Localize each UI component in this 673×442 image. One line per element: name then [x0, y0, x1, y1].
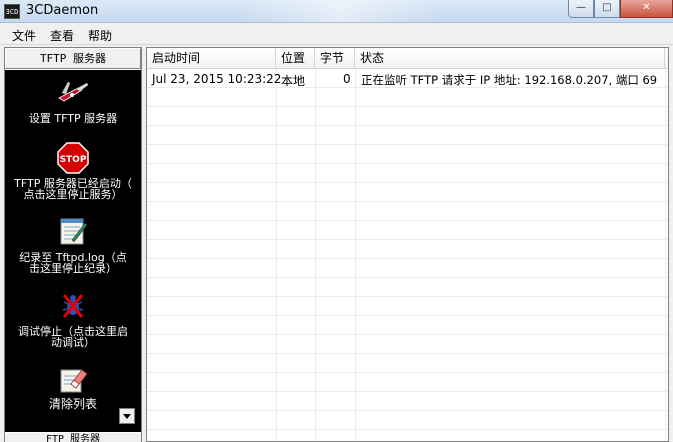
sidebar-item-log[interactable]: 纪录至 Tftpd.log（点 击这里停止纪录）	[5, 214, 141, 276]
close-button[interactable]: ✕	[620, 0, 673, 18]
list-grid	[147, 69, 668, 441]
sidebar: TFTP 服务器 设置 TFTP 服务器 STOP TFTP 服务器已经启动（ …	[4, 47, 142, 442]
sidebar-item-label: 纪录至 Tftpd.log（点 击这里停止纪录）	[19, 251, 127, 275]
list-header: 启动时间 位置 字节 状态	[147, 48, 668, 69]
sidebar-item-label: 调试停止（点击这里启 动调试）	[18, 325, 128, 349]
svg-text:STOP: STOP	[60, 155, 87, 165]
title-bar: 3CD 3CDaemon — □ ✕	[0, 0, 673, 23]
maximize-icon: □	[602, 2, 612, 13]
grid-line	[665, 69, 666, 441]
close-icon: ✕	[642, 2, 651, 13]
column-location[interactable]: 位置	[276, 48, 315, 69]
stop-sign-icon: STOP	[57, 142, 89, 177]
sidebar-item-tftp-running[interactable]: STOP TFTP 服务器已经启动（ 点击这里停止服务）	[5, 140, 141, 202]
grid-line	[315, 69, 316, 441]
log-notepad-icon	[58, 216, 88, 249]
minimize-button[interactable]: —	[568, 0, 594, 18]
column-start-time[interactable]: 启动时间	[147, 48, 276, 69]
menu-file[interactable]: 文件	[12, 27, 36, 44]
sidebar-item-label: TFTP 服务器已经启动（ 点击这里停止服务）	[14, 177, 132, 201]
maximize-button[interactable]: □	[594, 0, 620, 18]
sidebar-header-tftp[interactable]: TFTP 服务器	[5, 48, 141, 69]
sidebar-item-clear-list[interactable]: 清除列表	[5, 362, 141, 412]
eraser-icon	[58, 364, 88, 397]
cell-location: 本地	[281, 74, 306, 88]
menu-help[interactable]: 帮助	[88, 27, 112, 44]
column-bytes[interactable]: 字节	[315, 48, 355, 69]
sidebar-item-setup-tftp[interactable]: 设置 TFTP 服务器	[5, 76, 141, 126]
sidebar-item-label: 设置 TFTP 服务器	[28, 112, 118, 125]
grid-line	[355, 69, 356, 441]
sidebar-scroll-down-button[interactable]	[119, 408, 135, 424]
event-list[interactable]: 启动时间 位置 字节 状态 Jul 23, 2015 10:23:22 本地 0…	[146, 47, 669, 442]
sidebar-header-ftp[interactable]: FTP 服务器	[5, 432, 141, 442]
title-bar-gloss	[240, 0, 440, 22]
sidebar-item-debug[interactable]: 调试停止（点击这里启 动调试）	[5, 288, 141, 350]
sidebar-panel: 设置 TFTP 服务器 STOP TFTP 服务器已经启动（ 点击这里停止服务）	[5, 70, 141, 432]
grid-line	[276, 69, 277, 441]
cell-status: 正在监听 TFTP 请求于 IP 地址: 192.168.0.207, 端口 6…	[361, 73, 658, 87]
app-icon: 3CD	[4, 4, 20, 19]
menu-view[interactable]: 查看	[50, 27, 74, 44]
minimize-icon: —	[576, 2, 586, 13]
pocket-knife-icon	[56, 80, 90, 107]
window-title: 3CDaemon	[26, 3, 99, 18]
debug-bug-icon	[60, 292, 86, 323]
cell-start-time: Jul 23, 2015 10:23:22	[152, 72, 282, 86]
column-status[interactable]: 状态	[355, 48, 665, 69]
cell-bytes: 0	[343, 72, 351, 86]
menu-bar: 文件 查看 帮助	[0, 23, 673, 45]
